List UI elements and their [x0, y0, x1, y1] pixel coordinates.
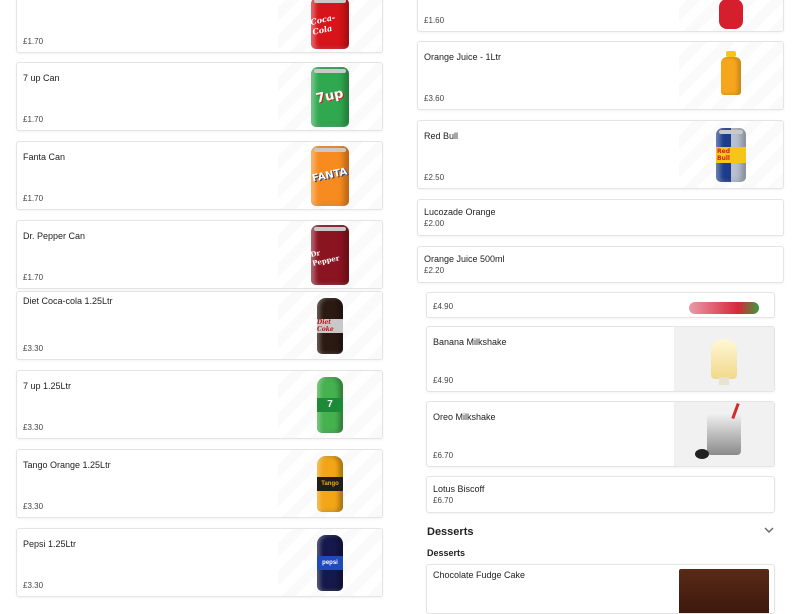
item-price: £4.90 — [433, 302, 454, 311]
drink-card-fanta-can[interactable]: Fanta Can £1.70 FANTA — [16, 141, 383, 210]
7up-bottle-image: 7 — [278, 371, 382, 438]
item-name: Fanta Can — [23, 152, 66, 162]
red-bull-can-image: Red Bull — [679, 121, 783, 188]
item-price: £3.30 — [23, 581, 44, 590]
strawberry-bottle-image — [679, 0, 783, 31]
item-price: £1.70 — [23, 115, 44, 124]
item-price: £1.70 — [23, 194, 44, 203]
item-price: £1.70 — [23, 37, 44, 46]
milkshake-card-lotus-biscoff[interactable]: Lotus Biscoff £6.70 — [426, 476, 775, 513]
drink-card-pepsi-bottle[interactable]: Pepsi 1.25Ltr £3.30 pepsi — [16, 528, 383, 597]
strawberry-milkshake-image — [674, 293, 774, 317]
item-price: £1.60 — [424, 16, 445, 25]
item-name: Tango Orange 1.25Ltr — [23, 460, 111, 470]
drink-card-7up-can[interactable]: 7 up Can £1.70 7up — [16, 62, 383, 131]
item-name: Diet Coca-cola 1.25Ltr — [23, 296, 113, 306]
dessert-card-chocolate-fudge-cake[interactable]: Chocolate Fudge Cake — [426, 564, 775, 614]
item-price: £3.60 — [424, 94, 445, 103]
item-price: £6.70 — [433, 451, 454, 460]
item-name: Red Bull — [424, 131, 459, 141]
drink-card-diet-coke-bottle[interactable]: Diet Coca-cola 1.25Ltr £3.30 .b1::before… — [16, 291, 383, 360]
item-name: Orange Juice - 1Ltr — [424, 52, 502, 62]
item-name: Pepsi 1.25Ltr — [23, 539, 77, 549]
milkshake-card-banana[interactable]: Banana Milkshake £4.90 — [426, 326, 775, 392]
item-price: £2.00 — [424, 219, 445, 228]
milkshake-card-strawberry[interactable]: £4.90 — [426, 292, 775, 318]
tango-bottle-image: Tango — [278, 450, 382, 517]
drink-card-orange-juice-500ml[interactable]: Orange Juice 500ml £2.20 — [417, 246, 784, 283]
item-name: Orange Juice 500ml — [424, 254, 505, 264]
chocolate-cake-image — [674, 565, 774, 613]
item-name: Chocolate Fudge Cake — [433, 570, 526, 580]
orange-juice-bottle-image — [679, 42, 783, 109]
item-price: £3.30 — [23, 502, 44, 511]
item-price: £1.70 — [23, 273, 44, 282]
desserts-subheading: Desserts — [427, 548, 466, 558]
drink-card-red-bull[interactable]: Red Bull £2.50 Red Bull — [417, 120, 784, 189]
drink-card-coca-cola[interactable]: £1.70 Coca-Cola — [16, 0, 383, 53]
item-name: Lotus Biscoff — [433, 484, 485, 494]
item-price: £4.90 — [433, 376, 454, 385]
item-price: £2.20 — [424, 266, 445, 275]
dr-pepper-can-image: Dr Pepper — [278, 221, 382, 288]
drink-card-orange-juice-1ltr[interactable]: Orange Juice - 1Ltr £3.60 — [417, 41, 784, 110]
item-price: £2.50 — [424, 173, 445, 182]
drink-card-7up-bottle[interactable]: 7 up 1.25Ltr £3.30 7 — [16, 370, 383, 439]
item-name: 7 up Can — [23, 73, 60, 83]
item-price: £3.30 — [23, 344, 44, 353]
banana-milkshake-image — [674, 327, 774, 391]
item-name: Lucozade Orange — [424, 207, 496, 217]
pepsi-bottle-image: pepsi — [278, 529, 382, 596]
item-price: £3.30 — [23, 423, 44, 432]
item-name: Dr. Pepper Can — [23, 231, 86, 241]
diet-coke-bottle-image: .b1::before{background:#d9d9d9;}Diet Cok… — [278, 292, 382, 359]
item-name: 7 up 1.25Ltr — [23, 381, 72, 391]
chevron-down-icon[interactable] — [764, 525, 774, 538]
drink-card-tango-bottle[interactable]: Tango Orange 1.25Ltr £3.30 Tango — [16, 449, 383, 518]
coca-cola-can-image: Coca-Cola — [278, 0, 382, 52]
item-price: £6.70 — [433, 496, 454, 505]
fanta-can-image: FANTA — [278, 142, 382, 209]
oreo-milkshake-image — [674, 402, 774, 466]
7up-can-image: 7up — [278, 63, 382, 130]
drink-card-dr-pepper-can[interactable]: Dr. Pepper Can £1.70 Dr Pepper — [16, 220, 383, 289]
drink-card-lucozade-orange[interactable]: Lucozade Orange £2.00 — [417, 199, 784, 236]
item-name: Banana Milkshake — [433, 337, 507, 347]
item-name: Oreo Milkshake — [433, 412, 496, 422]
desserts-section-title[interactable]: Desserts — [427, 526, 473, 538]
milkshake-card-oreo[interactable]: Oreo Milkshake £6.70 — [426, 401, 775, 467]
drink-card-strawberry[interactable]: £1.60 — [417, 0, 784, 32]
